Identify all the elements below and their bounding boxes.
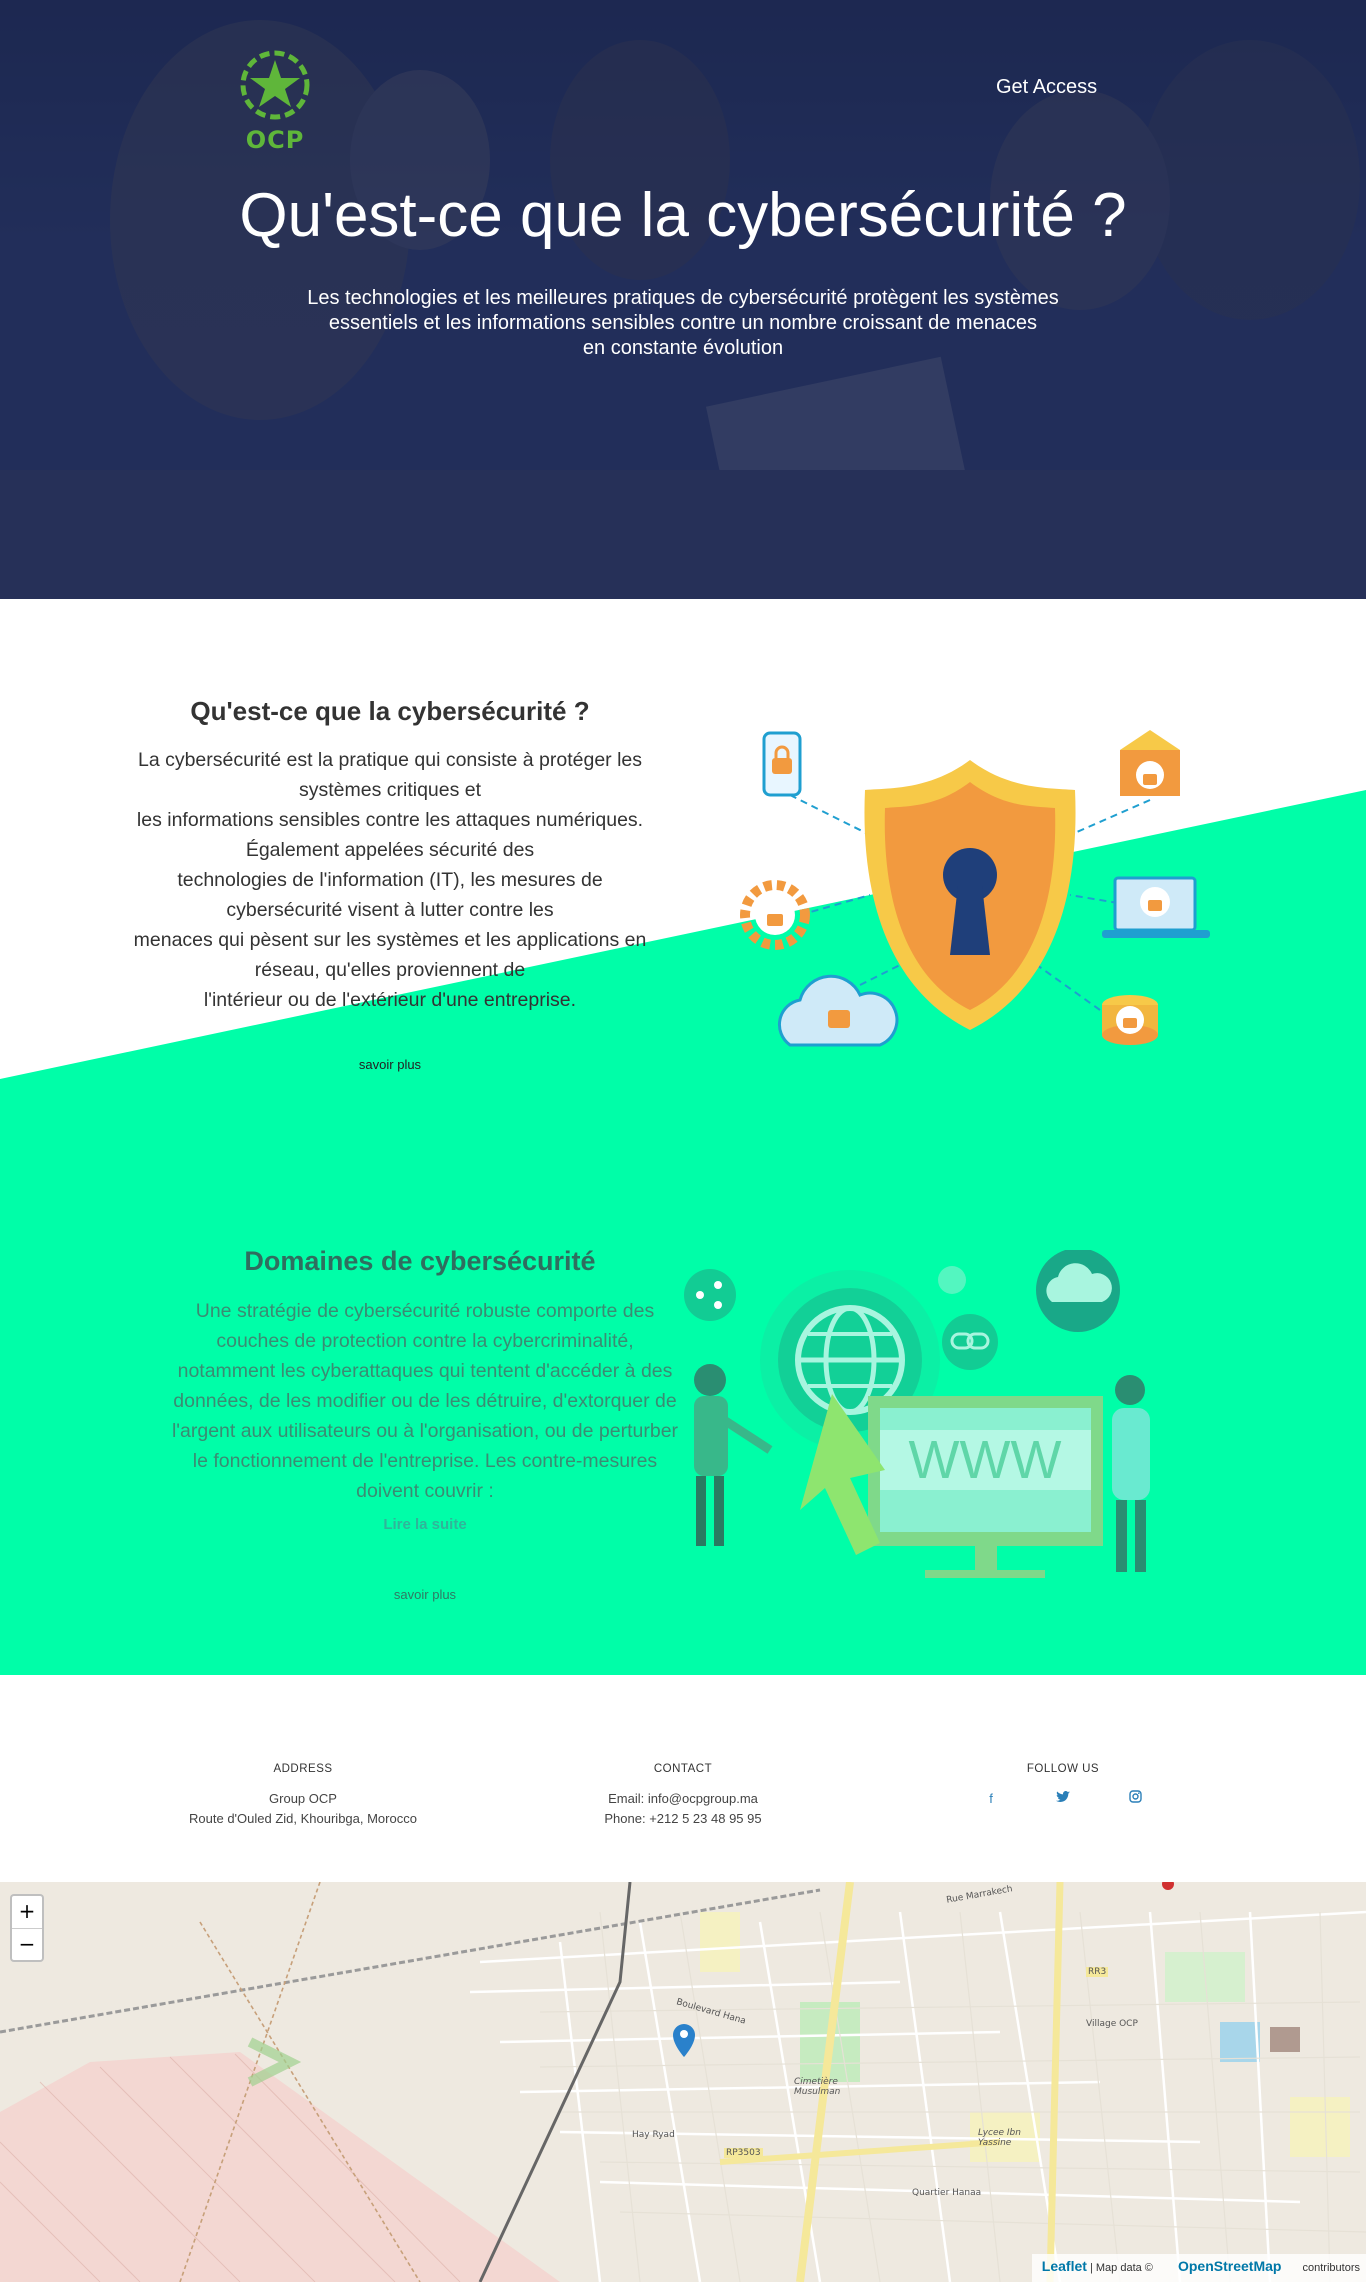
ocp-logo[interactable]: OCP bbox=[233, 46, 317, 154]
section2-line: couches de protection contre la cybercri… bbox=[216, 1330, 634, 1352]
map-zoom-control: + − bbox=[10, 1894, 44, 1962]
map-label: RR3 bbox=[1086, 1967, 1109, 1977]
hero-subtitle-line: Les technologies et les meilleures prati… bbox=[307, 287, 1059, 309]
section2-line: le fonctionnement de l'entreprise. Les c… bbox=[192, 1450, 658, 1472]
zoom-out-button[interactable]: − bbox=[12, 1928, 42, 1960]
section1-more-link[interactable]: savoir plus bbox=[300, 1057, 480, 1072]
section2-line: doivent couvrir : bbox=[356, 1480, 494, 1502]
contact-phone[interactable]: Phone: +212 5 23 48 95 95 bbox=[533, 1809, 833, 1829]
get-access-link[interactable]: Get Access bbox=[996, 76, 1097, 99]
coins-lock-icon bbox=[1102, 995, 1158, 1045]
cloud-lock-icon bbox=[777, 974, 899, 1047]
footer-follow-heading: FOLLOW US bbox=[1026, 1763, 1100, 1775]
section2-title: Domaines de cybersécurité bbox=[244, 1246, 596, 1276]
footer-address-line: Group OCP bbox=[269, 1791, 337, 1806]
web-domains-illustration: WWW bbox=[684, 1250, 1150, 1578]
security-shield-illustration bbox=[740, 730, 1210, 1047]
map-label: Cimetière Musulman bbox=[794, 2077, 841, 2097]
footer-address-line: Route d'Ouled Zid, Khouribga, Morocco bbox=[189, 1811, 417, 1826]
section1-line: l'intérieur ou de l'extérieur d'une entr… bbox=[203, 989, 577, 1011]
footer-follow: FOLLOW US f bbox=[913, 1763, 1213, 1809]
map-attribution: Leaflet | Map data © OpenStreetMap contr… bbox=[1031, 2254, 1366, 2282]
section2-line: notamment les cyberattaques qui tentent … bbox=[177, 1360, 673, 1382]
section1-line: cybersécurité visent à lutter contre les bbox=[226, 899, 554, 921]
section1-line: La cybersécurité est la pratique qui con… bbox=[137, 749, 643, 771]
ocp-logo-icon bbox=[240, 50, 310, 120]
section1-line: réseau, qu'elles proviennent de bbox=[254, 959, 526, 981]
map-data-text: | Map data © bbox=[1089, 2262, 1153, 2274]
www-text: WWW bbox=[909, 1430, 1062, 1490]
link-icon bbox=[942, 1314, 998, 1370]
contact-email[interactable]: Email: info@ocpgroup.ma bbox=[533, 1789, 833, 1809]
monitor-icon: WWW bbox=[868, 1396, 1103, 1578]
cloud-icon bbox=[1036, 1250, 1120, 1332]
instagram-icon[interactable] bbox=[1125, 1789, 1145, 1809]
person-left bbox=[694, 1364, 773, 1546]
footer-address: ADDRESS Group OCP Route d'Ouled Zid, Kho… bbox=[153, 1763, 453, 1829]
map-label: RP3503 bbox=[724, 2148, 763, 2158]
map-label: Hay Ryad bbox=[632, 2130, 675, 2140]
gear-lock-icon bbox=[740, 880, 810, 950]
section1-body: La cybersécurité est la pratique qui con… bbox=[110, 745, 670, 1015]
map-label: Quartier Hanaa bbox=[912, 2188, 982, 2198]
zoom-in-button[interactable]: + bbox=[12, 1896, 42, 1928]
contributors-text: contributors bbox=[1302, 2262, 1360, 2274]
email-lock-icon bbox=[1120, 730, 1180, 796]
share-icon bbox=[684, 1269, 736, 1321]
openstreetmap-link[interactable]: OpenStreetMap bbox=[1178, 2258, 1281, 2274]
logo-text: OCP bbox=[245, 126, 305, 154]
footer-address-heading: ADDRESS bbox=[273, 1763, 333, 1775]
location-map[interactable]: Boulevard Hana Hay Ryad RP3503 Cimetière… bbox=[0, 1882, 1366, 2282]
section2-line: Une stratégie de cybersécurité robuste c… bbox=[195, 1300, 655, 1322]
social-links: f bbox=[913, 1789, 1213, 1809]
footer-contact: CONTACT Email: info@ocpgroup.ma Phone: +… bbox=[533, 1763, 833, 1829]
read-more-link[interactable]: Lire la suite bbox=[325, 1516, 525, 1533]
section1-line: menaces qui pèsent sur les systèmes et l… bbox=[133, 929, 647, 951]
section2-body: Une stratégie de cybersécurité robuste c… bbox=[145, 1296, 705, 1506]
phone-lock-icon bbox=[762, 731, 802, 797]
facebook-icon[interactable]: f bbox=[981, 1789, 1001, 1809]
leaflet-link[interactable]: Leaflet bbox=[1042, 2258, 1087, 2274]
hero-title: Qu'est-ce que la cybersécurité ? bbox=[239, 181, 1127, 250]
shield-icon bbox=[864, 760, 1076, 1030]
section2-line: données, de les modifier ou de les détru… bbox=[173, 1390, 677, 1412]
section1-line: Également appelées sécurité des bbox=[245, 839, 535, 861]
hero-subtitle-line: essentiels et les informations sensibles… bbox=[328, 312, 1038, 334]
section1-title: Qu'est-ce que la cybersécurité ? bbox=[190, 696, 590, 726]
hero-subtitle: Les technologies et les meilleures prati… bbox=[283, 286, 1083, 361]
map-tiles bbox=[0, 1882, 1366, 2282]
person-right bbox=[1112, 1375, 1150, 1572]
hero-section: OCP Get Access Qu'est-ce que la cyberséc… bbox=[0, 0, 1366, 599]
hero-subtitle-line: en constante évolution bbox=[582, 337, 784, 359]
footer-contact-heading: CONTACT bbox=[653, 1763, 713, 1775]
laptop-lock-icon bbox=[1102, 876, 1210, 938]
section1-line: technologies de l'information (IT), les … bbox=[177, 869, 603, 891]
section1-line: systèmes critiques et bbox=[298, 779, 482, 801]
twitter-icon[interactable] bbox=[1053, 1789, 1073, 1809]
section2-line: l'argent aux utilisateurs ou à l'organis… bbox=[171, 1420, 679, 1442]
section2-more-link[interactable]: savoir plus bbox=[335, 1587, 515, 1602]
map-label: Village OCP bbox=[1086, 2019, 1138, 2029]
map-label: Lycee Ibn Yassine bbox=[978, 2128, 1021, 2148]
section1-line: les informations sensibles contre les at… bbox=[136, 809, 644, 831]
